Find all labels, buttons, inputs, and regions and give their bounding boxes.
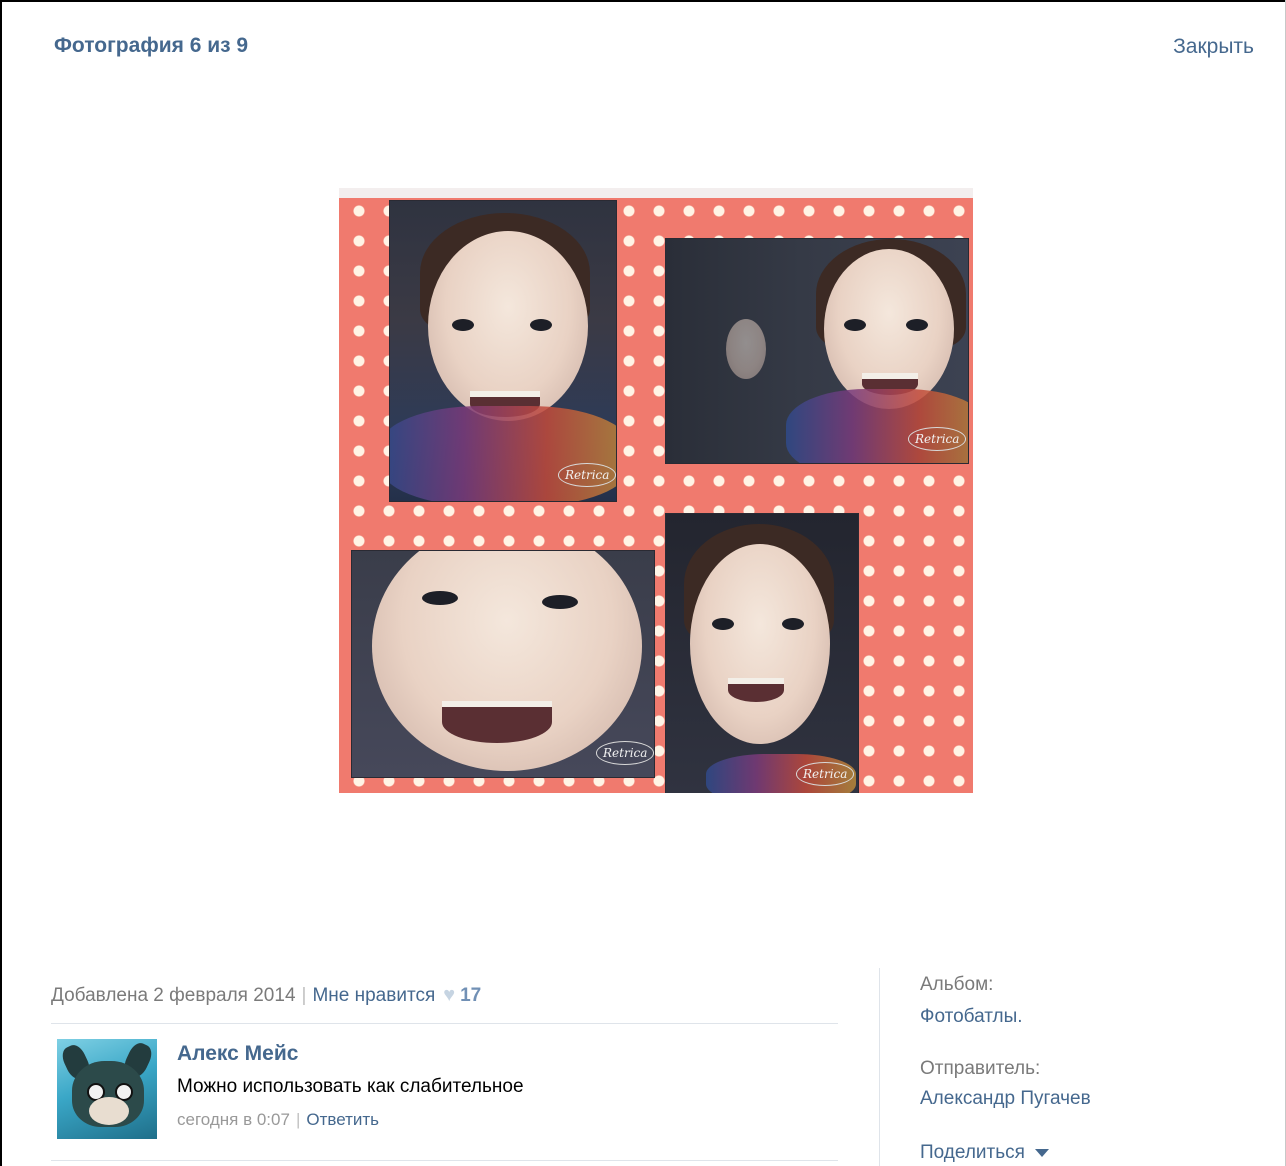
like-button[interactable]: Мне нравится	[312, 985, 435, 1006]
divider	[51, 1023, 838, 1024]
window-top-border	[0, 0, 1286, 2]
album-label: Альбом:	[920, 974, 994, 995]
photo-counter-title: Фотография 6 из 9	[54, 34, 249, 57]
chevron-down-icon	[1034, 1148, 1049, 1157]
sender-link[interactable]: Александр Пугачев	[920, 1088, 1091, 1110]
retrica-watermark: Retrica	[908, 427, 967, 451]
avatar[interactable]	[57, 1039, 157, 1139]
comment-author-link[interactable]: Алекс Мейс	[177, 1042, 298, 1066]
photo-meta: Добавлена 2 февраля 2014 | Мне нравится ♥ 17	[51, 984, 481, 1007]
comment-text: Можно использовать как слабительное	[177, 1076, 524, 1097]
separator: |	[295, 1110, 301, 1129]
collage-tile-2: Retrica	[665, 238, 969, 464]
photo-top-strip	[339, 188, 973, 198]
comment-time: сегодня в 0:07	[177, 1110, 290, 1129]
photo-image[interactable]: Retrica Retrica Retrica Retrica	[339, 188, 973, 793]
sender-label: Отправитель:	[920, 1058, 1041, 1079]
comment-meta: сегодня в 0:07 | Ответить	[177, 1110, 379, 1130]
close-button[interactable]: Закрыть	[1173, 35, 1254, 59]
divider	[51, 1160, 838, 1161]
like-count[interactable]: 17	[460, 985, 481, 1006]
share-button[interactable]: Поделиться	[920, 1142, 1049, 1164]
retrica-watermark: Retrica	[558, 463, 616, 487]
retrica-watermark: Retrica	[796, 762, 855, 786]
retrica-watermark: Retrica	[596, 741, 654, 765]
album-link[interactable]: Фотобатлы.	[920, 1006, 1023, 1028]
added-date: Добавлена 2 февраля 2014	[51, 985, 296, 1006]
share-label: Поделиться	[920, 1142, 1025, 1163]
separator: |	[301, 985, 307, 1006]
collage-tile-1: Retrica	[389, 200, 617, 502]
collage-tile-3: Retrica	[351, 550, 655, 778]
window-left-border	[0, 0, 2, 1166]
collage-tile-4: Retrica	[665, 513, 859, 793]
reply-link[interactable]: Ответить	[306, 1110, 379, 1129]
sidebar-divider	[879, 968, 880, 1166]
heart-icon[interactable]: ♥	[443, 984, 455, 1006]
